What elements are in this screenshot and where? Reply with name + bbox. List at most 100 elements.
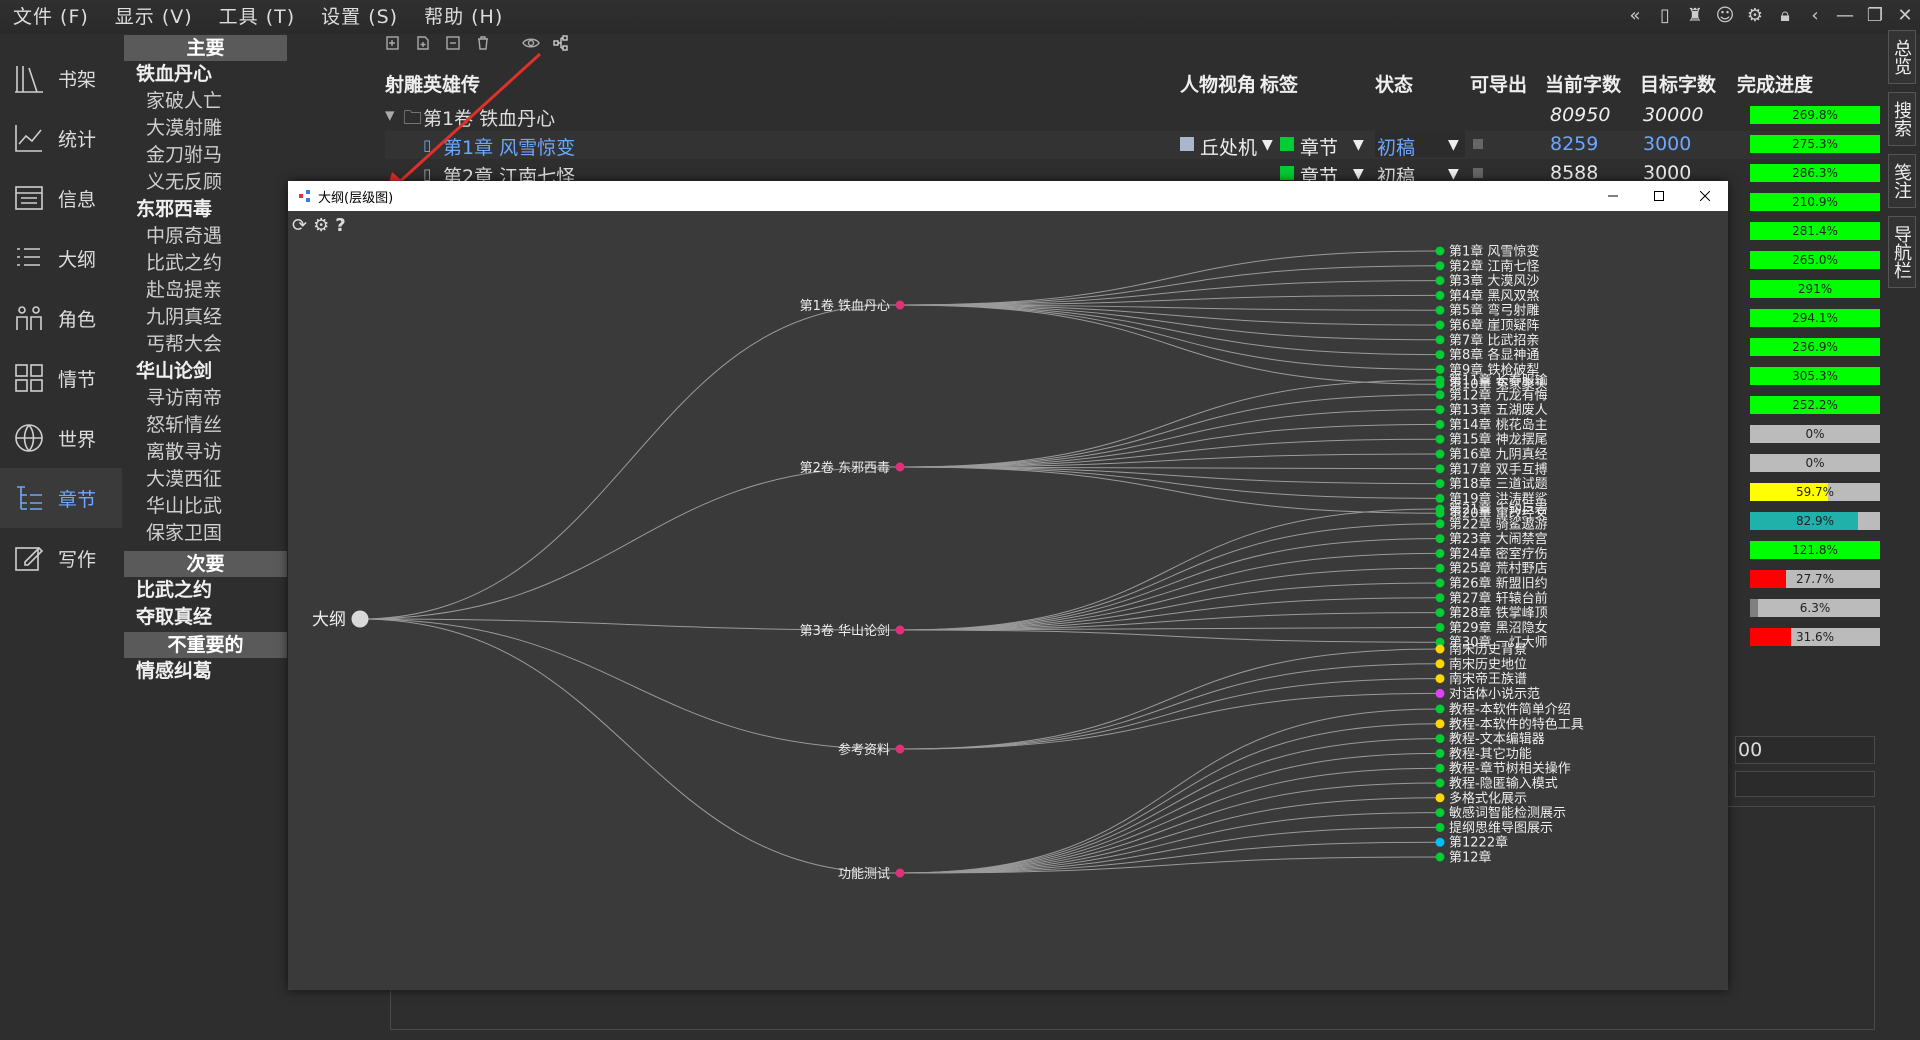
leaf-node[interactable]	[1435, 419, 1445, 429]
leaf-node[interactable]	[1435, 644, 1445, 654]
leaf-node[interactable]	[1435, 778, 1445, 788]
leaf-node[interactable]	[1435, 479, 1445, 489]
leaf-node[interactable]	[1435, 734, 1445, 744]
leaf-node[interactable]	[1435, 364, 1445, 374]
leaf-node[interactable]	[1435, 375, 1445, 385]
leaf-label[interactable]: 第16章 九阴真经	[1449, 447, 1548, 463]
leaf-label[interactable]: 敏感词智能检测展示	[1449, 805, 1566, 821]
leaf-label[interactable]: 第7章 比武招亲	[1449, 332, 1539, 348]
leaf-node[interactable]	[1435, 276, 1445, 286]
leaf-label[interactable]: 提纲思维导图展示	[1449, 820, 1553, 836]
leaf-label[interactable]: 第6章 崖顶疑阵	[1449, 318, 1539, 334]
leaf-label[interactable]: 第12章	[1449, 850, 1492, 866]
close-icon[interactable]	[1682, 181, 1728, 211]
mindmap-link	[899, 629, 1441, 643]
maximize-icon[interactable]	[1636, 181, 1682, 211]
leaf-node[interactable]	[1435, 822, 1445, 832]
leaf-node[interactable]	[1435, 493, 1445, 503]
branch-label[interactable]: 第2卷 东邪西毒	[800, 460, 890, 476]
branch-label[interactable]: 参考资料	[838, 742, 890, 758]
leaf-node[interactable]	[1435, 719, 1445, 729]
leaf-node[interactable]	[1435, 548, 1445, 558]
mindmap-link	[899, 663, 1441, 750]
branch-label[interactable]: 第3卷 华山论剑	[800, 623, 890, 639]
branch-label[interactable]: 第1卷 铁血丹心	[800, 298, 890, 314]
leaf-label[interactable]: 教程-隐匿输入模式	[1449, 776, 1558, 792]
minimize-icon[interactable]	[1590, 181, 1636, 211]
leaf-label[interactable]: 第29章 黑沼隐女	[1449, 620, 1548, 636]
leaf-label[interactable]: 第4章 黑风双煞	[1449, 288, 1539, 304]
leaf-node[interactable]	[1435, 674, 1445, 684]
leaf-label[interactable]: 教程-本软件的特色工具	[1449, 716, 1584, 732]
leaf-label[interactable]: 第25章 荒村野店	[1449, 561, 1548, 577]
leaf-label[interactable]: 第3章 大漠风沙	[1449, 273, 1539, 289]
leaf-label[interactable]: 第11章 长春服输	[1449, 373, 1548, 389]
leaf-label[interactable]: 教程-其它功能	[1449, 746, 1532, 762]
leaf-label[interactable]: 第26章 新盟旧约	[1449, 576, 1548, 592]
leaf-node[interactable]	[1435, 622, 1445, 632]
leaf-label[interactable]: 第18章 三道试题	[1449, 476, 1548, 492]
leaf-label[interactable]: 第1222章	[1449, 835, 1508, 851]
leaf-node[interactable]	[1435, 852, 1445, 862]
leaf-label[interactable]: 对话体小说示范	[1449, 687, 1540, 702]
branch-node[interactable]	[895, 462, 905, 472]
leaf-node[interactable]	[1435, 464, 1445, 474]
leaf-label[interactable]: 第23章 大闹禁宫	[1449, 531, 1548, 547]
leaf-node[interactable]	[1435, 763, 1445, 773]
leaf-label[interactable]: 第24章 密室疗伤	[1449, 546, 1548, 562]
leaf-node[interactable]	[1435, 335, 1445, 345]
leaf-node[interactable]	[1435, 390, 1445, 400]
leaf-node[interactable]	[1435, 261, 1445, 271]
leaf-node[interactable]	[1435, 246, 1445, 256]
branch-node[interactable]	[895, 625, 905, 635]
leaf-node[interactable]	[1435, 534, 1445, 544]
leaf-node[interactable]	[1435, 434, 1445, 444]
leaf-node[interactable]	[1435, 704, 1445, 714]
leaf-label[interactable]: 多格式化展示	[1449, 790, 1527, 806]
leaf-node[interactable]	[1435, 837, 1445, 847]
leaf-node[interactable]	[1435, 608, 1445, 618]
leaf-label[interactable]: 第28章 铁掌峰顶	[1449, 605, 1548, 621]
leaf-label[interactable]: 教程-章节树相关操作	[1449, 761, 1571, 777]
leaf-label[interactable]: 教程-文本编辑器	[1449, 731, 1545, 747]
window-title: 大纲(层级图)	[318, 190, 394, 206]
leaf-node[interactable]	[1435, 504, 1445, 514]
leaf-label[interactable]: 第2章 江南七怪	[1449, 258, 1539, 274]
leaf-label[interactable]: 第14章 桃花岛主	[1449, 417, 1548, 433]
leaf-label[interactable]: 第1章 风雪惊变	[1449, 244, 1539, 260]
branch-node[interactable]	[895, 744, 905, 754]
branch-label[interactable]: 功能测试	[838, 867, 890, 882]
branch-node[interactable]	[895, 868, 905, 878]
leaf-node[interactable]	[1435, 519, 1445, 529]
leaf-label[interactable]: 南宋历史背景	[1449, 642, 1527, 658]
leaf-node[interactable]	[1435, 593, 1445, 603]
leaf-label[interactable]: 第27章 轩辕台前	[1449, 590, 1548, 606]
leaf-node[interactable]	[1435, 320, 1445, 330]
root-node[interactable]	[351, 610, 369, 628]
leaf-node[interactable]	[1435, 793, 1445, 803]
leaf-node[interactable]	[1435, 405, 1445, 415]
leaf-node[interactable]	[1435, 290, 1445, 300]
leaf-node[interactable]	[1435, 305, 1445, 315]
leaf-node[interactable]	[1435, 659, 1445, 669]
branch-node[interactable]	[895, 300, 905, 310]
leaf-label[interactable]: 第8章 各显神通	[1449, 347, 1539, 363]
leaf-node[interactable]	[1435, 350, 1445, 360]
leaf-label[interactable]: 教程-本软件简单介绍	[1449, 702, 1571, 718]
leaf-label[interactable]: 第5章 弯弓射雕	[1449, 303, 1539, 319]
leaf-node[interactable]	[1435, 688, 1445, 698]
leaf-label[interactable]: 第22章 骑鲨遨游	[1449, 516, 1548, 532]
leaf-label[interactable]: 南宋帝王族谱	[1449, 671, 1527, 687]
leaf-node[interactable]	[1435, 808, 1445, 818]
leaf-node[interactable]	[1435, 578, 1445, 588]
leaf-label[interactable]: 第21章 千钧巨岩	[1449, 502, 1548, 518]
leaf-node[interactable]	[1435, 563, 1445, 573]
leaf-label[interactable]: 第12章 亢龙有悔	[1449, 387, 1548, 403]
root-label[interactable]: 大纲	[312, 610, 346, 630]
leaf-label[interactable]: 第15章 神龙摆尾	[1449, 432, 1548, 448]
leaf-node[interactable]	[1435, 748, 1445, 758]
leaf-label[interactable]: 南宋历史地位	[1449, 656, 1527, 672]
leaf-node[interactable]	[1435, 449, 1445, 459]
leaf-label[interactable]: 第17章 双手互搏	[1449, 461, 1548, 477]
leaf-label[interactable]: 第13章 五湖废人	[1449, 402, 1548, 418]
